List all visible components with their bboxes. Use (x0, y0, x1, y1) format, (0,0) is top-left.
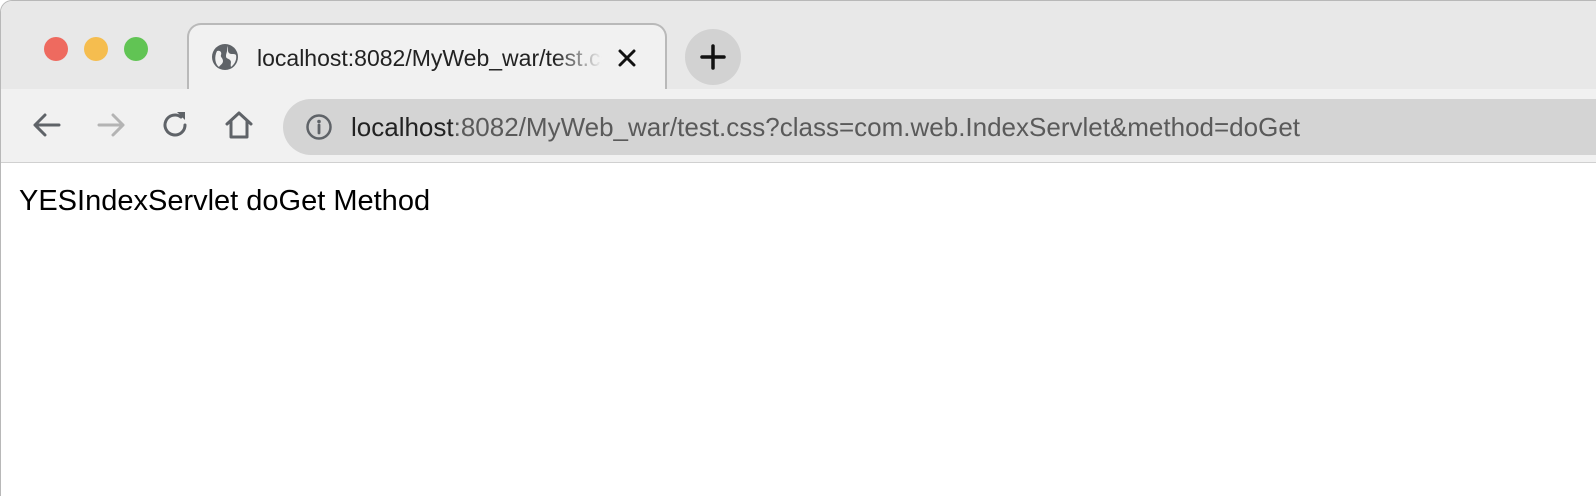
page-body-text: YESIndexServlet doGet Method (19, 185, 431, 217)
reload-button[interactable] (157, 107, 193, 143)
browser-window: localhost:8082/MyWeb_war/test.css?class=… (0, 0, 1596, 496)
tab-title: localhost:8082/MyWeb_war/test.css?class=… (257, 45, 602, 71)
back-button[interactable] (29, 107, 65, 143)
new-tab-button[interactable] (685, 29, 741, 85)
minimize-window-button[interactable] (84, 37, 108, 61)
home-button[interactable] (221, 107, 257, 143)
url-text[interactable]: localhost:8082/MyWeb_war/test.css?class=… (351, 111, 1300, 143)
info-icon[interactable] (305, 113, 333, 141)
tab-active[interactable]: localhost:8082/MyWeb_war/test.css?class=… (187, 23, 667, 91)
tab-strip: localhost:8082/MyWeb_war/test.css?class=… (1, 1, 1596, 91)
address-bar[interactable]: localhost:8082/MyWeb_war/test.css?class=… (283, 99, 1596, 155)
url-host: localhost (351, 112, 454, 142)
url-path: :8082/MyWeb_war/test.css?class=com.web.I… (453, 112, 1301, 142)
globe-icon (211, 43, 239, 71)
page-content: YESIndexServlet doGet Method (1, 163, 1596, 496)
arrow-left-icon (33, 113, 61, 137)
arrow-right-icon (97, 113, 125, 137)
plus-icon (700, 44, 726, 70)
zoom-window-button[interactable] (124, 37, 148, 61)
home-icon (225, 111, 253, 139)
toolbar: localhost:8082/MyWeb_war/test.css?class=… (1, 89, 1596, 163)
reload-icon (163, 112, 187, 137)
close-window-button[interactable] (44, 37, 68, 61)
close-icon[interactable] (614, 45, 640, 71)
forward-button[interactable] (93, 107, 129, 143)
